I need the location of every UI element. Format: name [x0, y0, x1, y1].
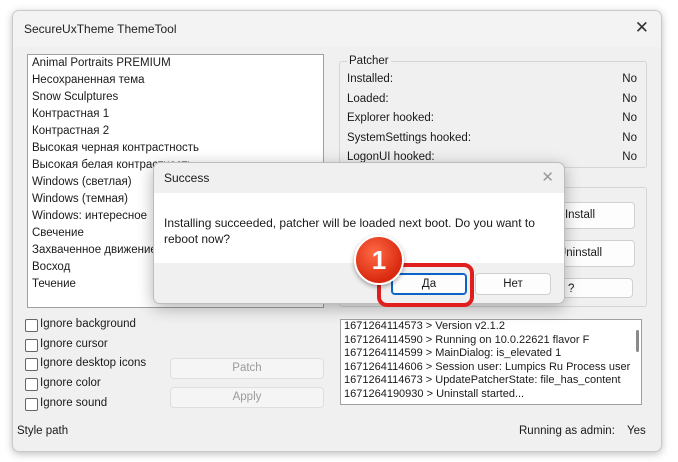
checkbox-label: Ignore color [40, 377, 101, 389]
checkbox-box[interactable] [25, 398, 38, 411]
status-bar: Style path Running as admin: Yes [13, 421, 661, 445]
list-item[interactable]: Контрастная 2 [28, 123, 323, 140]
log-line: 1671264114590 > Running on 10.0.22621 fl… [344, 333, 590, 346]
close-icon[interactable]: ✕ [635, 18, 649, 38]
admin-value: Yes [627, 425, 646, 437]
no-button[interactable]: Нет [475, 273, 551, 295]
checkbox-label: Ignore background [40, 318, 136, 330]
log-line: 1671264114673 > UpdatePatcherState: file… [344, 374, 621, 387]
patcher-row-value: No [622, 93, 637, 105]
list-item[interactable]: Snow Sculptures [28, 89, 323, 106]
log-scrollbar[interactable] [633, 320, 641, 404]
step-badge: 1 [354, 235, 404, 285]
patcher-row-installed: Installed: No [347, 73, 637, 89]
checkbox-label: Ignore desktop icons [40, 357, 147, 369]
dialog-message: Installing succeeded, patcher will be lo… [164, 216, 535, 246]
list-item[interactable]: Высокая черная контрастность [28, 140, 323, 157]
checkbox-label: Ignore sound [40, 397, 108, 409]
patcher-row-loaded: Loaded: No [347, 93, 637, 109]
patch-button[interactable]: Patch [170, 358, 324, 379]
log-line: 1671264114573 > Version v2.1.2 [344, 320, 505, 332]
patcher-row-value: No [622, 132, 637, 144]
patcher-row-label: SystemSettings hooked: [347, 132, 472, 144]
list-item[interactable]: Animal Portraits PREMIUM [28, 55, 323, 72]
admin-label: Running as admin: [519, 425, 615, 437]
dialog-close-icon[interactable]: ✕ [541, 168, 554, 186]
patcher-row-label: Loaded: [347, 93, 389, 105]
patcher-row-value: No [622, 112, 637, 124]
checkbox-box[interactable] [25, 339, 38, 352]
window-title: SecureUxTheme ThemeTool [24, 22, 177, 36]
list-item[interactable]: Контрастная 1 [28, 106, 323, 123]
patcher-row-label: Explorer hooked: [347, 112, 434, 124]
checkbox-box[interactable] [25, 358, 38, 371]
log-box[interactable]: 1671264114573 > Version v2.1.2 167126411… [340, 319, 642, 405]
style-path-label: Style path [17, 425, 69, 437]
patcher-group-title: Patcher [347, 55, 391, 67]
checkbox-label: Ignore cursor [40, 338, 108, 350]
patcher-row-label: Installed: [347, 73, 394, 85]
log-line: 1671264114599 > MainDialog: is_elevated … [344, 347, 562, 360]
checkbox-box[interactable] [25, 378, 38, 391]
title-bar: SecureUxTheme ThemeTool ✕ [13, 11, 661, 47]
patcher-row-systemsettings: SystemSettings hooked: No [347, 132, 637, 148]
scroll-thumb[interactable] [636, 330, 639, 352]
dialog-title: Success [164, 171, 210, 185]
patcher-row-value: No [622, 73, 637, 85]
log-line: 1671264114606 > Session user: Lumpics Ru… [344, 360, 631, 373]
patcher-row-value: No [622, 151, 637, 163]
apply-button[interactable]: Apply [170, 387, 324, 408]
checkbox-box[interactable] [25, 319, 38, 332]
log-line: 1671264190930 > Uninstall started... [344, 387, 525, 400]
success-dialog: Success ✕ Installing succeeded, patcher … [153, 162, 565, 304]
patcher-row-explorer: Explorer hooked: No [347, 112, 637, 128]
list-item[interactable]: Несохраненная тема [28, 72, 323, 89]
